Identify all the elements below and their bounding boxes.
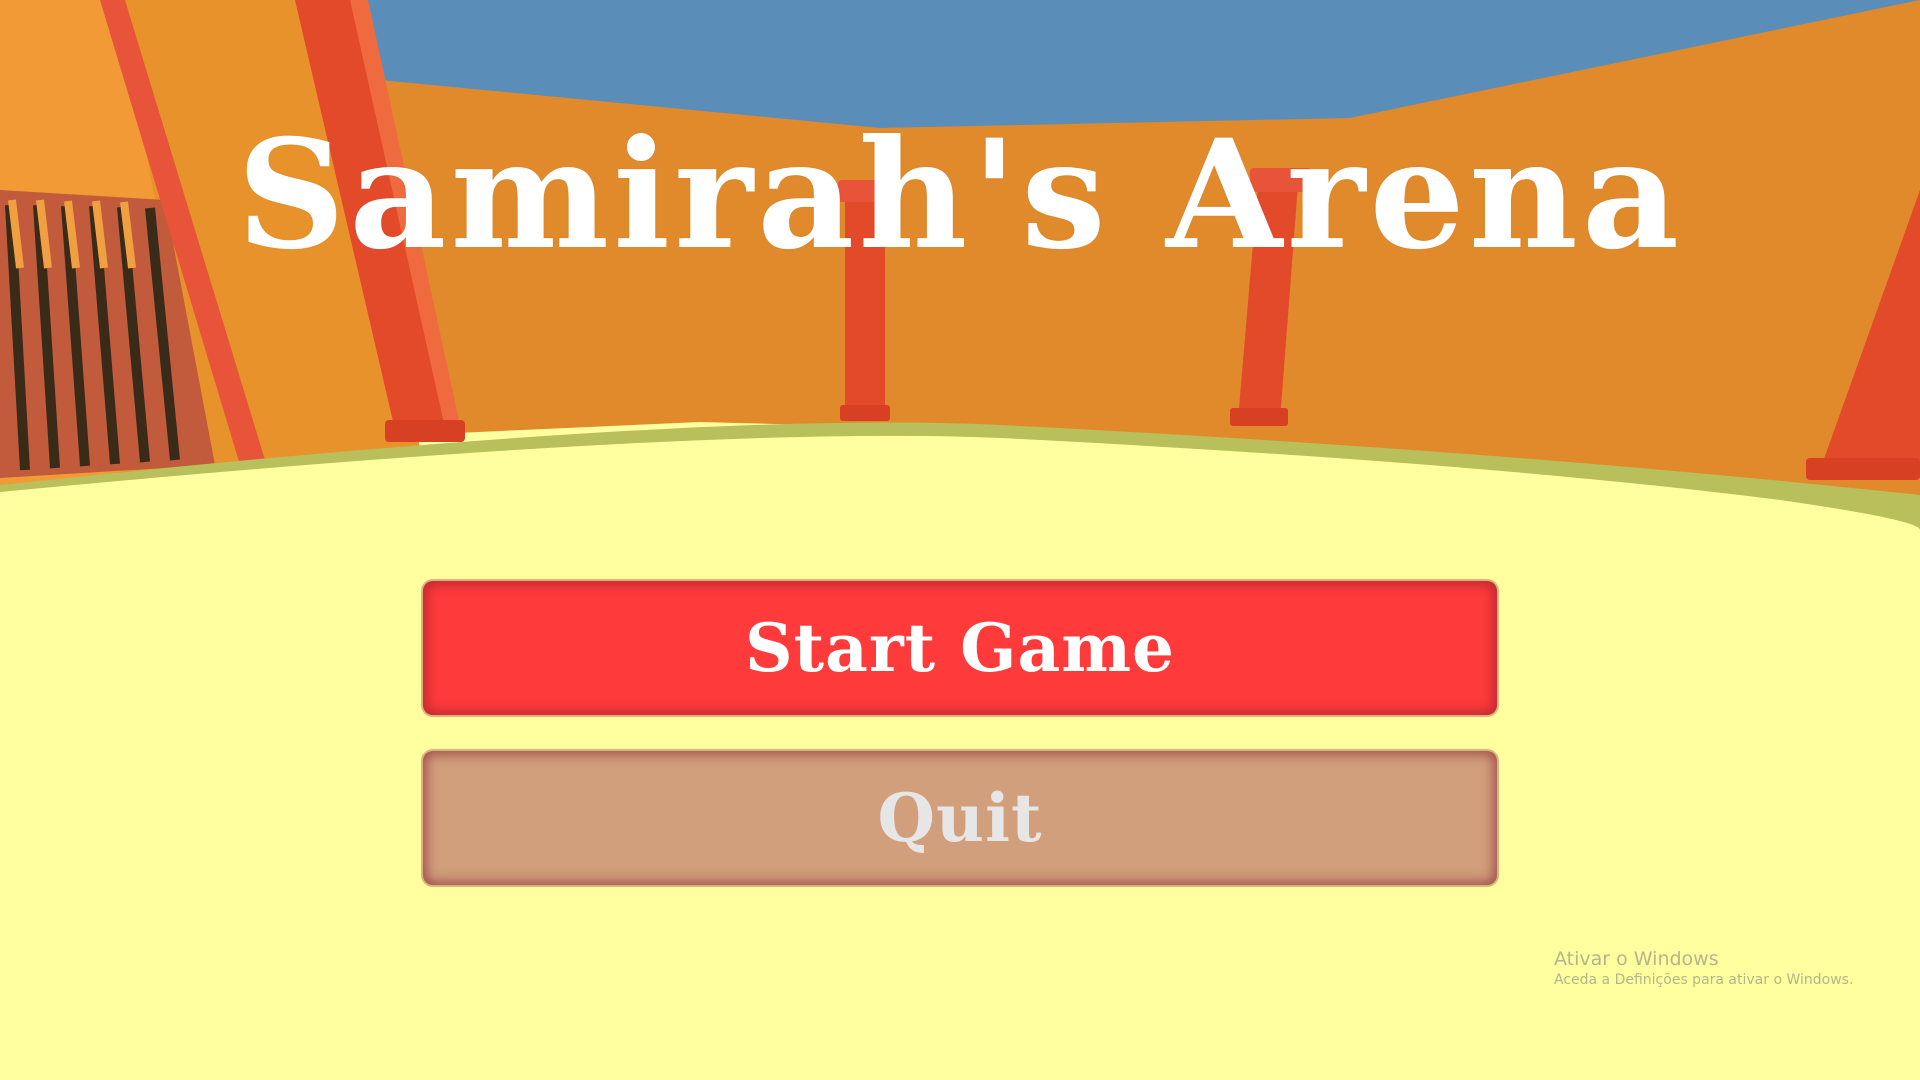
- quit-button[interactable]: Quit: [423, 751, 1497, 885]
- watermark-subtitle: Aceda a Definições para ativar o Windows…: [1554, 972, 1854, 988]
- watermark-title: Ativar o Windows: [1554, 948, 1719, 970]
- start-game-label: Start Game: [744, 609, 1176, 687]
- windows-activation-watermark: Ativar o Windows Aceda a Definições para…: [1554, 947, 1853, 989]
- middle-pillar-right-base: [1230, 408, 1288, 426]
- start-game-button[interactable]: Start Game: [423, 581, 1497, 715]
- main-menu-screen: Samirah's Arena Start Game Quit Ativar o…: [0, 0, 1920, 1080]
- quit-label: Quit: [877, 779, 1043, 857]
- left-pillar-base: [385, 420, 465, 442]
- game-title: Samirah's Arena: [236, 107, 1684, 283]
- right-pillar-base: [1806, 458, 1920, 480]
- middle-pillar-left-base: [840, 405, 890, 421]
